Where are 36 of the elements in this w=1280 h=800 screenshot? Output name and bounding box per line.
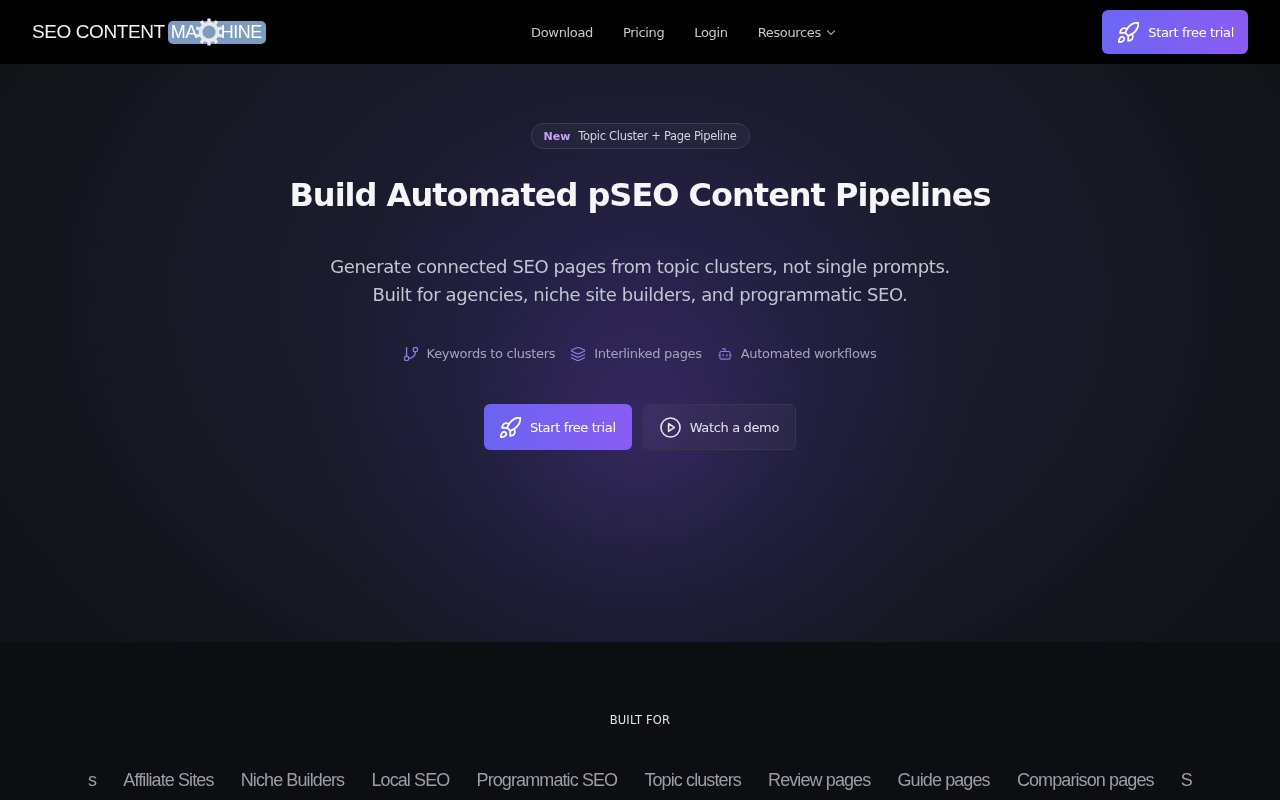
nav-link[interactable]: Resources (757, 24, 835, 40)
nav-link[interactable]: Download (531, 24, 593, 40)
hero-subtitle: Built for agencies, niche site builders, and programmatic SEO. (372, 283, 908, 307)
feature-label: Automated workflows (740, 346, 877, 361)
hero-subtitle: Generate connected SEO pages from topic clusters, not single prompts. (330, 255, 950, 279)
new-tag: New (543, 129, 571, 143)
rocket-icon (1118, 21, 1140, 43)
logo-text: SEO CONTENT (32, 21, 165, 43)
rocket-icon (499, 416, 521, 438)
audience-label: Local SEO (371, 769, 450, 791)
play-circle-icon (659, 416, 681, 438)
feature-label: Keywords to clusters (426, 346, 556, 361)
audience-label: Niche Builders (240, 769, 345, 791)
audience-label: Comparison pages (1016, 769, 1154, 791)
start-trial-button[interactable]: Start free trial (483, 404, 632, 450)
branch-icon (403, 346, 418, 361)
audience-label: Review pages (768, 769, 871, 791)
start-trial-button[interactable]: Start free trial (1102, 10, 1248, 54)
audience-label: S (1180, 769, 1192, 791)
feature-label: Interlinked pages (594, 346, 702, 361)
audience-label: s (88, 769, 97, 791)
audience-label: Affiliate Sites (123, 769, 214, 791)
audience-label: Programmatic SEO (476, 769, 618, 791)
watch-demo-button[interactable]: Watch a demo (642, 404, 797, 450)
nav-link[interactable]: Login (694, 24, 728, 40)
announcement-text: Topic Cluster + Page Pipeline (578, 129, 737, 143)
audience-label: Topic clusters (644, 769, 741, 791)
robot-icon (717, 346, 732, 361)
logo-text: MA (170, 20, 197, 44)
hero-title: Build Automated pSEO Content Pipelines (289, 175, 991, 215)
chevron-down-icon (826, 29, 835, 35)
layers-icon (571, 346, 586, 361)
audience-label: Guide pages (897, 769, 990, 791)
nav-link[interactable]: Pricing (622, 24, 665, 40)
logo-text: HINE (220, 20, 262, 44)
section-heading: BUILT FOR (609, 713, 671, 727)
